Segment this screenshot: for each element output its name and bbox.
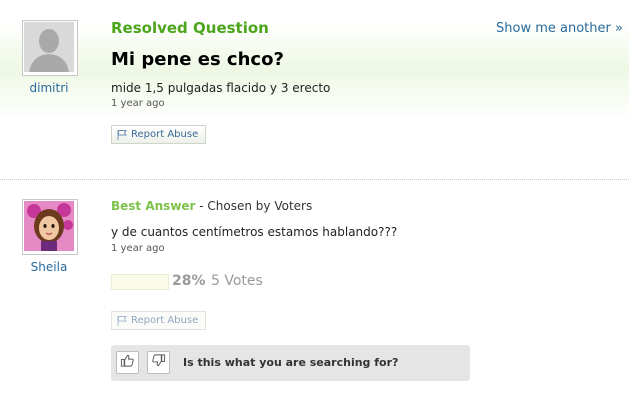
cartoon-avatar-icon (24, 201, 76, 253)
best-answer-label: Best Answer (111, 199, 196, 213)
answerer-avatar[interactable] (22, 199, 78, 255)
best-answer-timestamp: 1 year ago (111, 243, 165, 254)
asker-avatar[interactable] (22, 20, 78, 76)
answer-report-abuse-button[interactable]: Report Abuse (111, 311, 206, 330)
chosen-by-label: - Chosen by Voters (195, 199, 313, 213)
answerer-name[interactable]: Sheila (19, 260, 79, 274)
thumbs-up-icon (120, 353, 135, 372)
vote-percent: 28% (172, 273, 206, 289)
question-timestamp: 1 year ago (111, 98, 165, 109)
question-title: Mi pene es chco? (111, 49, 284, 70)
section-divider (0, 179, 629, 180)
flag-icon (116, 315, 128, 327)
question-details: mide 1,5 pulgadas flacido y 3 erecto (111, 81, 331, 95)
vote-count: 5 Votes (211, 273, 263, 289)
thumbs-up-button[interactable] (116, 351, 139, 374)
vote-progress-bar (111, 274, 169, 290)
best-answer-text: y de cuantos centímetros estamos habland… (111, 225, 398, 239)
flag-icon (116, 129, 128, 141)
search-feedback-panel: Is this what you are searching for? (111, 345, 470, 381)
show-me-another-link[interactable]: Show me another » (496, 21, 623, 36)
report-abuse-label: Report Abuse (131, 315, 199, 326)
default-user-silhouette-icon (24, 22, 76, 74)
thumbs-down-icon (151, 353, 166, 372)
feedback-prompt: Is this what you are searching for? (183, 356, 399, 369)
resolved-question-heading: Resolved Question (111, 19, 269, 37)
report-abuse-label: Report Abuse (131, 129, 199, 140)
thumbs-down-button[interactable] (147, 351, 170, 374)
report-abuse-button[interactable]: Report Abuse (111, 125, 206, 144)
asker-name[interactable]: dimitri (19, 81, 79, 95)
best-answer-heading: Best Answer - Chosen by Voters (111, 199, 312, 213)
